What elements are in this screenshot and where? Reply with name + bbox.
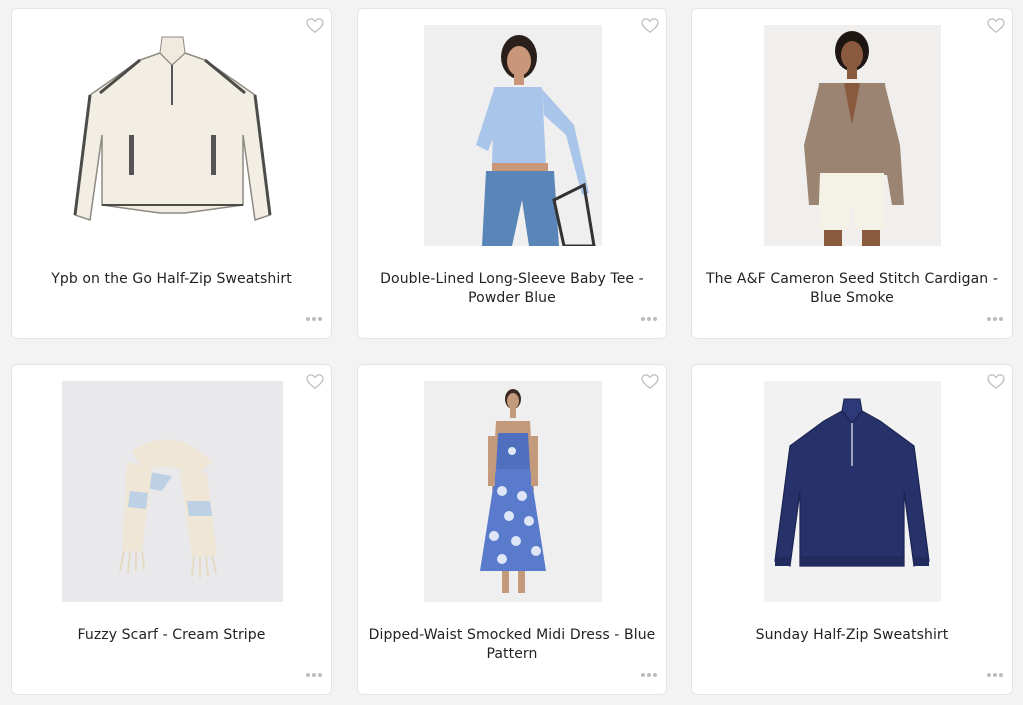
product-title[interactable]: The A&F Cameron Seed Stitch Cardigan - B… [702,270,1002,308]
heart-outline-icon[interactable] [641,18,659,34]
product-image[interactable] [62,381,283,602]
product-image[interactable] [65,25,280,239]
more-options-icon[interactable] [305,672,323,678]
product-card[interactable]: Fuzzy Scarf - Cream Stripe [11,364,332,695]
product-image-sweatshirt [65,25,280,239]
product-card[interactable]: Dipped-Waist Smocked Midi Dress - Blue P… [357,364,667,695]
product-image[interactable] [764,381,941,602]
product-title[interactable]: Fuzzy Scarf - Cream Stripe [22,626,321,645]
more-options-icon[interactable] [640,672,658,678]
product-title[interactable]: Sunday Half-Zip Sweatshirt [702,626,1002,645]
product-image[interactable] [424,25,602,246]
product-card[interactable]: The A&F Cameron Seed Stitch Cardigan - B… [691,8,1013,339]
heart-outline-icon[interactable] [987,374,1005,390]
heart-outline-icon[interactable] [987,18,1005,34]
product-title[interactable]: Double-Lined Long-Sleeve Baby Tee - Powd… [368,270,656,308]
product-card[interactable]: Double-Lined Long-Sleeve Baby Tee - Powd… [357,8,667,339]
heart-outline-icon[interactable] [641,374,659,390]
product-image-model-cardigan [764,25,941,246]
heart-outline-icon[interactable] [306,374,324,390]
more-options-icon[interactable] [305,316,323,322]
product-title[interactable]: Ypb on the Go Half-Zip Sweatshirt [22,270,321,289]
product-title[interactable]: Dipped-Waist Smocked Midi Dress - Blue P… [368,626,656,664]
more-options-icon[interactable] [640,316,658,322]
product-image[interactable] [764,25,941,246]
product-image-model-tee [424,25,602,246]
product-card[interactable]: Ypb on the Go Half-Zip Sweatshirt [11,8,332,339]
product-image-model-dress [424,381,602,602]
product-image[interactable] [424,381,602,602]
product-image-navy-sweatshirt [764,381,941,602]
heart-outline-icon[interactable] [306,18,324,34]
more-options-icon[interactable] [986,672,1004,678]
product-image-scarf [62,381,283,602]
more-options-icon[interactable] [986,316,1004,322]
product-card[interactable]: Sunday Half-Zip Sweatshirt [691,364,1013,695]
